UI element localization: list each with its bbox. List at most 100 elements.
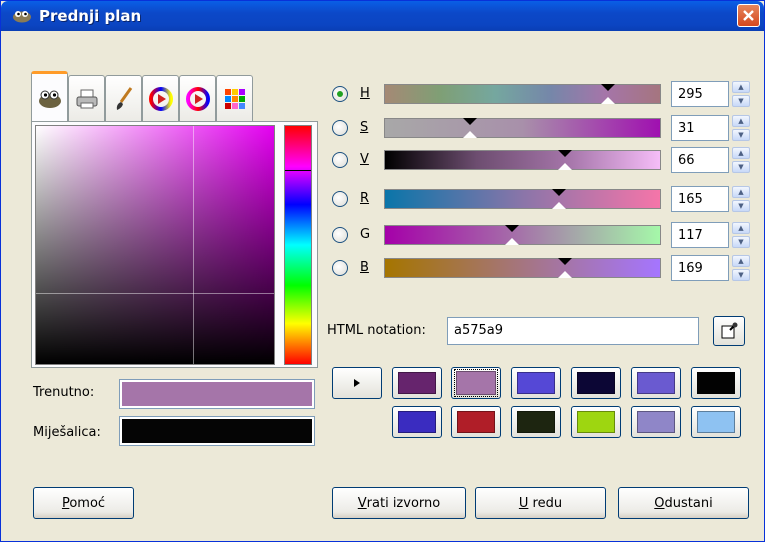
history-swatch[interactable] [571, 406, 621, 438]
spin-g[interactable]: 117 [671, 222, 729, 248]
slider-s[interactable] [384, 118, 661, 138]
html-notation-label: HTML notation: [327, 323, 426, 338]
history-swatch[interactable] [392, 367, 442, 399]
current-color-swatch [119, 379, 315, 409]
chevron-down-icon[interactable]: ▼ [732, 95, 750, 107]
channel-label-g: G [360, 227, 371, 242]
play-arrow-icon [354, 379, 360, 387]
chevron-up-icon[interactable]: ▲ [732, 222, 750, 234]
slider-marker [552, 189, 566, 196]
chevron-up-icon[interactable]: ▲ [732, 255, 750, 267]
chevron-down-icon[interactable]: ▼ [732, 236, 750, 248]
history-swatch[interactable] [631, 406, 681, 438]
spin-b-buttons[interactable]: ▲ ▼ [732, 255, 750, 281]
chevron-down-icon[interactable]: ▼ [732, 200, 750, 212]
spin-h[interactable]: 295 [671, 81, 729, 107]
history-swatch[interactable] [511, 406, 561, 438]
slider-marker [505, 225, 519, 232]
radio-dot [337, 91, 343, 97]
slider-marker [558, 163, 572, 170]
history-swatch[interactable] [691, 406, 741, 438]
cancel-button[interactable]: Odustani [618, 487, 749, 519]
spin-v-buttons[interactable]: ▲ ▼ [732, 147, 750, 173]
spin-s-buttons[interactable]: ▲ ▼ [732, 115, 750, 141]
color-picker-button[interactable] [713, 316, 745, 346]
radio-s[interactable] [332, 120, 348, 136]
old-color-label: Miješalica: [33, 425, 101, 440]
slider-marker [558, 150, 572, 157]
tab-triangle[interactable] [179, 75, 216, 121]
gimp-wilber-icon [38, 90, 61, 108]
radio-h[interactable] [332, 86, 348, 102]
eyedropper-icon [721, 322, 738, 339]
window-title: Prednji plan [39, 7, 142, 25]
sv-crosshair-vertical [193, 126, 194, 364]
history-swatch[interactable] [392, 406, 442, 438]
history-swatch[interactable] [511, 367, 561, 399]
spin-r[interactable]: 165 [671, 186, 729, 212]
history-swatch[interactable] [451, 367, 501, 399]
channel-label-b: B [360, 260, 369, 275]
radio-v[interactable] [332, 152, 348, 168]
slider-r[interactable] [384, 189, 661, 209]
radio-b[interactable] [332, 260, 348, 276]
slider-marker [505, 238, 519, 245]
chevron-up-icon[interactable]: ▲ [732, 115, 750, 127]
chevron-up-icon[interactable]: ▲ [732, 186, 750, 198]
spin-g-buttons[interactable]: ▲ ▼ [732, 222, 750, 248]
color-dialog: Prednji plan Trenutno: Miješalica: H 295… [0, 0, 765, 542]
current-color-label: Trenutno: [33, 385, 95, 400]
chevron-up-icon[interactable]: ▲ [732, 81, 750, 93]
html-notation-input[interactable]: a575a9 [447, 317, 699, 345]
history-swatch[interactable] [571, 367, 621, 399]
watercolor-grid-icon [224, 88, 245, 109]
chevron-down-icon[interactable]: ▼ [732, 129, 750, 141]
chevron-up-icon[interactable]: ▲ [732, 147, 750, 159]
spin-v[interactable]: 66 [671, 147, 729, 173]
title-bar: Prednji plan [1, 1, 764, 31]
channel-label-v: V [360, 152, 369, 167]
channel-row-h [332, 81, 348, 107]
slider-h[interactable] [384, 84, 661, 104]
help-button[interactable]: Pomoć [33, 487, 134, 519]
radio-r[interactable] [332, 191, 348, 207]
slider-v[interactable] [384, 150, 661, 170]
spin-s[interactable]: 31 [671, 115, 729, 141]
close-button[interactable] [737, 4, 760, 27]
selector-tabs [31, 71, 253, 123]
history-swatch[interactable] [451, 406, 501, 438]
spin-b[interactable]: 169 [671, 255, 729, 281]
radio-g[interactable] [332, 227, 348, 243]
chevron-down-icon[interactable]: ▼ [732, 269, 750, 281]
reset-button[interactable]: Vrati izvorno [332, 487, 466, 519]
history-add-button[interactable] [332, 367, 382, 399]
tab-scales[interactable] [105, 75, 142, 121]
ok-button[interactable]: U redu [475, 487, 606, 519]
slider-marker [463, 118, 477, 125]
channel-label-h: H [360, 86, 370, 101]
saturation-value-area[interactable] [35, 125, 275, 365]
chevron-down-icon[interactable]: ▼ [732, 161, 750, 173]
channel-row-s [332, 115, 348, 141]
color-wheel-icon [148, 86, 173, 111]
tab-cmyk[interactable] [68, 75, 105, 121]
history-swatch[interactable] [691, 367, 741, 399]
channel-row-r [332, 186, 348, 212]
triangle-wheel-icon [185, 86, 210, 111]
hue-marker [285, 170, 311, 171]
tab-gimp-selector[interactable] [31, 71, 68, 121]
tab-wheel[interactable] [142, 75, 179, 121]
slider-g[interactable] [384, 225, 661, 245]
slider-b[interactable] [384, 258, 661, 278]
hue-strip[interactable] [284, 125, 312, 365]
spin-h-buttons[interactable]: ▲ ▼ [732, 81, 750, 107]
slider-marker [558, 271, 572, 278]
channel-row-b [332, 255, 348, 281]
spin-r-buttons[interactable]: ▲ ▼ [732, 186, 750, 212]
history-swatch[interactable] [631, 367, 681, 399]
tab-watercolor[interactable] [216, 75, 253, 121]
channel-row-v [332, 147, 348, 173]
slider-marker [601, 97, 615, 104]
slider-marker [558, 258, 572, 265]
old-color-swatch [119, 416, 315, 446]
